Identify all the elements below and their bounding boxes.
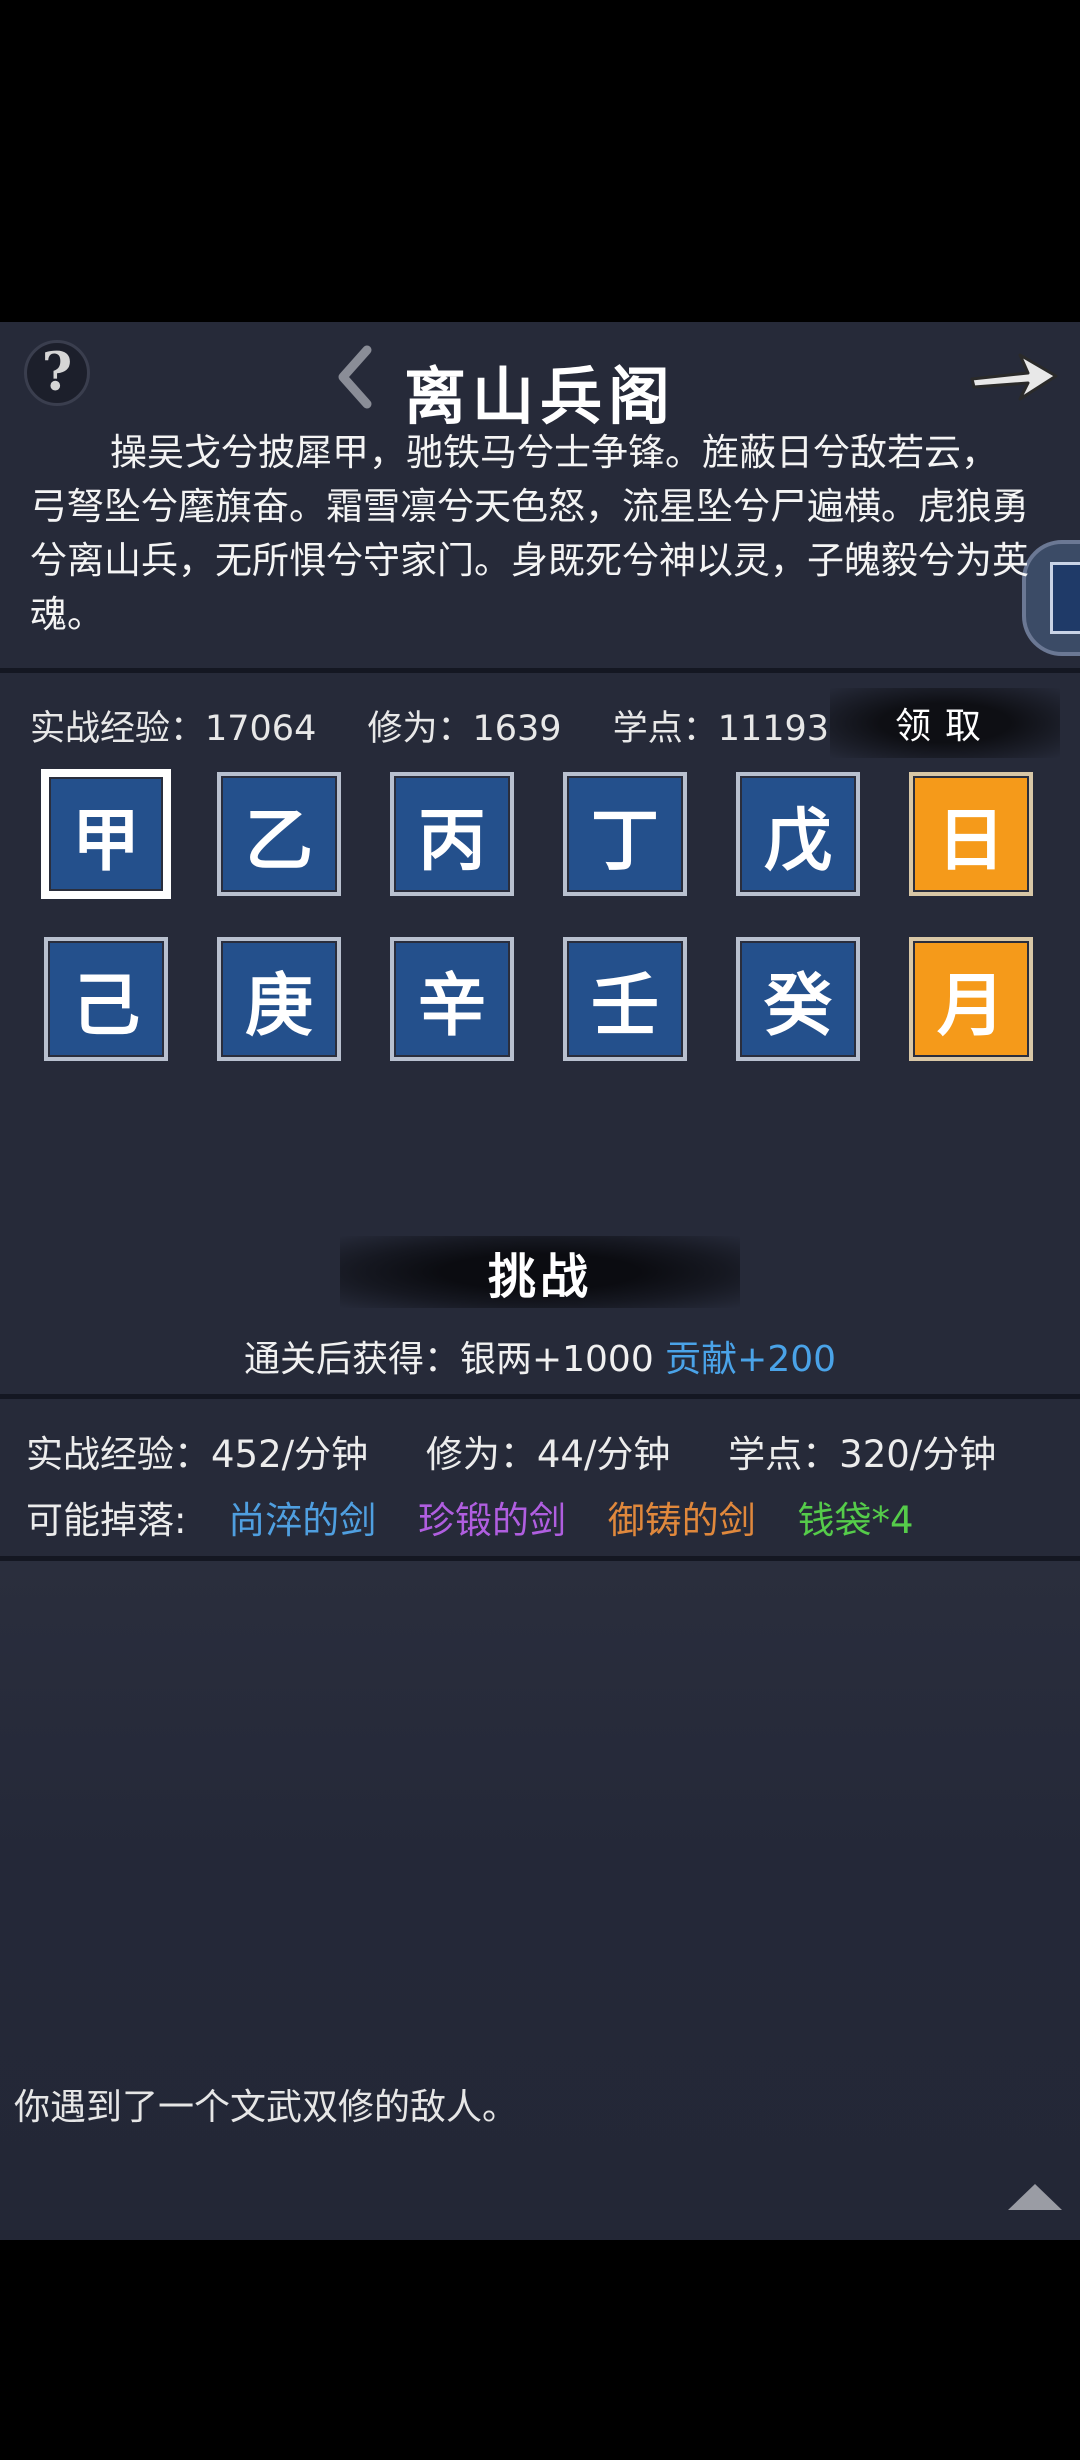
stage-tile[interactable]: 甲: [41, 769, 171, 899]
expand-up-icon[interactable]: [1004, 2180, 1066, 2214]
cultivation-rate: 修为：44/分钟: [425, 1433, 671, 1476]
challenge-button[interactable]: 挑战: [340, 1236, 740, 1308]
claim-button[interactable]: 领取: [830, 688, 1060, 758]
stage-tile[interactable]: 戊: [736, 772, 860, 896]
exp-stat: 实战经验：17064: [30, 709, 317, 749]
exp-rate: 实战经验：452/分钟: [26, 1433, 369, 1476]
drop-row: 可能掉落: 尚淬的剑 珍锻的剑 御铸的剑 钱袋*4: [26, 1490, 944, 1544]
cultivation-stat: 修为：1639: [367, 709, 562, 749]
stage-tile[interactable]: 乙: [217, 772, 341, 896]
stage-tile[interactable]: 日: [909, 772, 1033, 896]
drop-item[interactable]: 尚淬的剑: [228, 1499, 376, 1542]
drop-item[interactable]: 珍锻的剑: [418, 1499, 566, 1542]
stage-tile[interactable]: 壬: [563, 937, 687, 1061]
drop-item[interactable]: 钱袋*4: [798, 1499, 914, 1542]
page-title: 离山兵阁: [403, 360, 676, 433]
stage-tile[interactable]: 庚: [217, 937, 341, 1061]
rate-row: 实战经验：452/分钟 修为：44/分钟 学点：320/分钟: [26, 1424, 1042, 1478]
stats-row: 实战经验：17064 修为：1639 学点：11193: [30, 700, 869, 751]
points-rate: 学点：320/分钟: [728, 1433, 997, 1476]
reward-text: 通关后获得：银两+1000 贡献+200: [0, 1330, 1080, 1382]
reward-silver: 通关后获得：银两+1000: [243, 1339, 666, 1380]
stage-tile[interactable]: 丁: [563, 772, 687, 896]
side-book-icon[interactable]: [1022, 540, 1080, 656]
stage-tile[interactable]: 月: [909, 937, 1033, 1061]
stage-tile[interactable]: 丙: [390, 772, 514, 896]
points-stat: 学点：11193: [612, 709, 830, 749]
reward-contribution: 贡献+200: [665, 1339, 837, 1380]
drop-item[interactable]: 御铸的剑: [608, 1499, 756, 1542]
stage-tile[interactable]: 癸: [736, 937, 860, 1061]
divider: [0, 1394, 1080, 1399]
drop-label: 可能掉落:: [26, 1499, 187, 1542]
arrow-right-icon[interactable]: [966, 343, 1062, 409]
poem-text: 操吴戈兮披犀甲，驰铁马兮士争锋。旌蔽日兮敌若云，弓弩坠兮麾旗奋。霜雪凛兮天色怒，…: [30, 431, 1029, 636]
battle-log-area: [0, 1560, 1080, 2240]
divider: [0, 668, 1080, 673]
divider: [0, 1556, 1080, 1561]
stage-tile[interactable]: 己: [44, 937, 168, 1061]
log-message: 你遇到了一个文武双修的敌人。: [14, 2087, 519, 2128]
stage-tile[interactable]: 辛: [390, 937, 514, 1061]
